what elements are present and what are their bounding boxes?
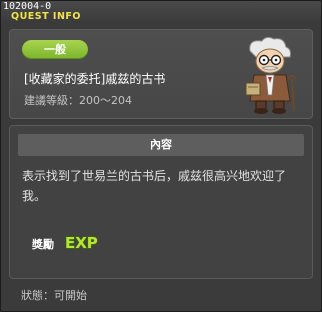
npc-portrait (245, 36, 297, 114)
exp-icon: EXP (64, 233, 98, 252)
quest-name: [收藏家的委托]戚兹的古书 (24, 72, 166, 86)
quest-header-panel: 一般 [收藏家的委托]戚兹的古书 建議等級：200～204 (9, 29, 313, 119)
title-bar[interactable]: 102004-0 QUEST INFO (1, 1, 321, 23)
reward-label: 獎勵 (32, 238, 54, 251)
quest-description: 表示找到了世易兰的古书后，戚兹很高兴地欢迎了我。 (22, 169, 287, 203)
quest-info-window: 102004-0 QUEST INFO 一般 [收藏家的委托]戚兹的古书 建議等… (0, 0, 322, 312)
category-badge: 一般 (22, 40, 88, 59)
content-panel: 內容 表示找到了世易兰的古书后，戚兹很高兴地欢迎了我。 獎勵 EXP (9, 125, 313, 279)
quest-status: 狀態：可開始 (21, 289, 87, 302)
exp-icon-text: EXP (65, 234, 98, 252)
recommended-level: 建議等級：200～204 (24, 94, 132, 107)
content-header: 內容 (18, 134, 304, 156)
window-title: QUEST INFO (11, 11, 81, 22)
